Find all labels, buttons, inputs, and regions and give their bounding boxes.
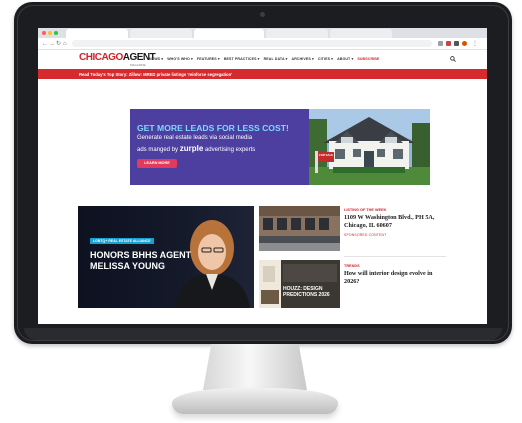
listing-of-the-week-label: LISTING OF THE WEEK — [344, 208, 387, 212]
nav-item-news[interactable]: NEWS ▾ — [149, 57, 163, 61]
ad-brand-zurple: zurple — [179, 144, 204, 153]
reload-icon[interactable]: ↻ — [56, 41, 61, 47]
screen: ← → ↻ ⌂ ⋮ CHICAGOAGENT MAGAZINE NEWS ▾ W… — [38, 28, 487, 324]
trends-thumbnail-line-2: PREDICTIONS 2026 — [283, 292, 330, 298]
webcam — [260, 12, 265, 17]
browser-tab[interactable] — [130, 29, 192, 38]
story-divider — [344, 256, 446, 257]
monitor-stand-base — [172, 388, 338, 414]
back-icon[interactable]: ← — [42, 41, 48, 47]
featured-tag: LGBTQ+ REAL ESTATE ALLIANCE — [90, 238, 154, 244]
ad-house-photo: FOR SALE — [309, 109, 430, 185]
extension-icon[interactable] — [438, 41, 443, 46]
nav-item-about[interactable]: ABOUT ▾ — [337, 57, 353, 61]
browser-address-bar: ← → ↻ ⌂ ⋮ — [38, 38, 487, 50]
trends-label: TRENDS — [344, 264, 360, 268]
home-icon[interactable]: ⌂ — [63, 41, 67, 47]
site-nav: CHICAGOAGENT MAGAZINE NEWS ▾ WHO'S WHO ▾… — [38, 50, 487, 69]
extension-icon[interactable] — [454, 41, 459, 46]
url-input[interactable] — [72, 40, 432, 47]
listing-headline[interactable]: 1109 W Washington Blvd., PH 5A, Chicago,… — [344, 214, 446, 230]
monitor-stand-neck — [203, 344, 307, 390]
nav-item-best-practices[interactable]: BEST PRACTICES ▾ — [224, 57, 260, 61]
for-sale-sign-text: FOR SALE — [319, 153, 334, 157]
listing-thumbnail[interactable] — [259, 206, 340, 251]
featured-title-line-2: MELISSA YOUNG — [90, 261, 166, 271]
nav-item-subscribe[interactable]: SUBSCRIBE — [357, 57, 379, 61]
extension-icon[interactable] — [446, 41, 451, 46]
minimize-window-button[interactable] — [48, 31, 52, 35]
browser-tab-active[interactable] — [194, 29, 264, 38]
featured-title-line-1: HONORS BHHS AGENT — [90, 250, 192, 260]
ad-headline: GET MORE LEADS FOR LESS COST! — [137, 123, 289, 133]
nav-item-archives[interactable]: ARCHIVES ▾ — [292, 57, 314, 61]
nav-item-whos-who[interactable]: WHO'S WHO ▾ — [167, 57, 193, 61]
ad-line-2: ads manged by zurple advertising experts — [137, 144, 255, 153]
nav-menu: NEWS ▾ WHO'S WHO ▾ FEATURES ▾ BEST PRACT… — [149, 57, 379, 61]
maximize-window-button[interactable] — [54, 31, 58, 35]
ad-line-2-suffix: advertising experts — [203, 147, 256, 153]
nav-item-cities[interactable]: CITIES ▾ — [318, 57, 333, 61]
trends-thumbnail[interactable]: HOUZZ: DESIGN PREDICTIONS 2026 — [259, 260, 340, 308]
ad-line-1: Generate real estate leads via social me… — [137, 135, 253, 141]
ad-banner[interactable]: GET MORE LEADS FOR LESS COST! Generate r… — [130, 109, 430, 185]
profile-icon[interactable] — [462, 41, 467, 46]
menu-icon[interactable]: ⋮ — [472, 41, 478, 47]
house-illustration — [309, 109, 430, 185]
browser-tab-bar — [38, 28, 487, 38]
interior-illustration — [259, 260, 340, 308]
ad-line-2-prefix: ads manged by — [137, 147, 180, 153]
browser-tab[interactable] — [330, 29, 392, 38]
trends-headline[interactable]: How will interior design evolve in 2026? — [344, 270, 446, 286]
browser-tab[interactable] — [66, 29, 128, 38]
top-story-banner[interactable]: Read Today's Top Story: Zillow: MRED pri… — [38, 69, 487, 79]
forward-icon[interactable]: → — [49, 41, 55, 47]
search-icon[interactable] — [450, 56, 456, 64]
building-illustration — [259, 206, 340, 251]
close-window-button[interactable] — [42, 31, 46, 35]
featured-story-card[interactable]: LGBTQ+ REAL ESTATE ALLIANCE HONORS BHHS … — [78, 206, 254, 308]
logo-subtitle: MAGAZINE — [130, 63, 146, 67]
monitor-chin — [24, 328, 502, 340]
ad-copy-panel: GET MORE LEADS FOR LESS COST! Generate r… — [130, 109, 309, 185]
monitor: ← → ↻ ⌂ ⋮ CHICAGOAGENT MAGAZINE NEWS ▾ W… — [14, 2, 512, 344]
learn-more-button[interactable]: LEARN MORE — [137, 159, 177, 168]
sponsored-content-label: SPONSORED CONTENT — [344, 233, 387, 237]
site-logo[interactable]: CHICAGOAGENT — [79, 52, 156, 63]
trends-thumbnail-caption: HOUZZ: DESIGN PREDICTIONS 2026 — [283, 286, 330, 298]
nav-item-real-data[interactable]: REAL DATA ▾ — [264, 57, 288, 61]
logo-chicago: CHICAGO — [79, 52, 123, 63]
browser-tab[interactable] — [266, 29, 328, 38]
top-story-text: Read Today's Top Story: Zillow: MRED pri… — [79, 72, 233, 77]
nav-item-features[interactable]: FEATURES ▾ — [197, 57, 220, 61]
